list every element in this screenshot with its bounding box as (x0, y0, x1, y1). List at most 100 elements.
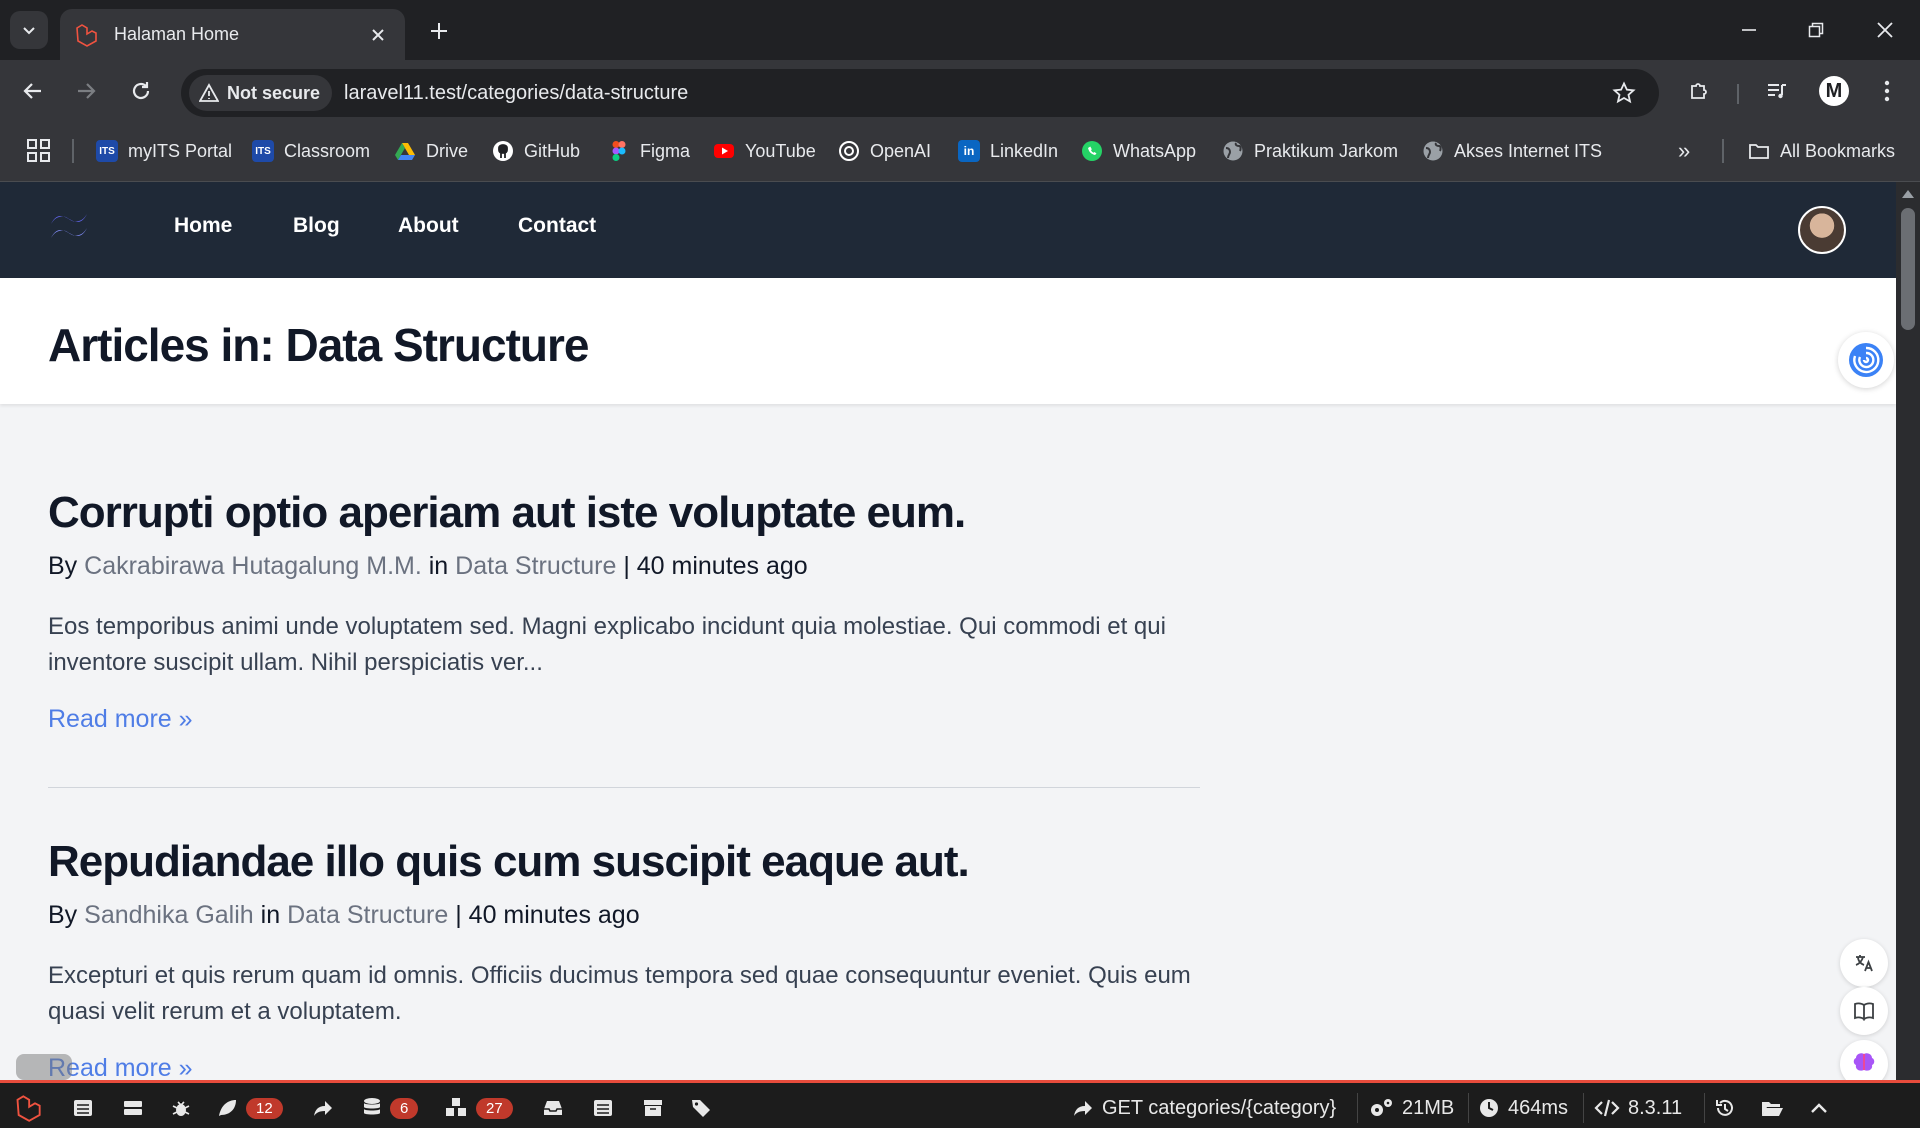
page-scrollbar[interactable] (1896, 182, 1920, 1080)
meta-in: in (260, 901, 281, 929)
nav-link-about[interactable]: About (398, 214, 459, 238)
scroll-up-arrow-icon[interactable] (1902, 190, 1914, 198)
site-navbar: Home Blog About Contact (0, 182, 1896, 278)
bookmark-label: Akses Internet ITS (1454, 140, 1603, 161)
reading-mode-button[interactable] (1840, 987, 1888, 1035)
bookmark-star-button[interactable] (1607, 76, 1641, 110)
debugbar-minimize-button[interactable] (1808, 1091, 1830, 1125)
bookmark-praktikum-jarkom[interactable]: Praktikum Jarkom (1222, 134, 1398, 168)
bookmarks-overflow-button[interactable]: » (1678, 134, 1690, 168)
browser-menu-button[interactable] (1870, 74, 1904, 108)
debugbar-php-version[interactable]: 8.3.11 (1594, 1091, 1682, 1125)
active-tab[interactable]: Halaman Home (60, 9, 405, 60)
bookmark-classroom[interactable]: ITS Classroom (252, 134, 370, 168)
restore-icon (1808, 22, 1824, 38)
user-avatar[interactable] (1798, 206, 1846, 254)
debugbar-route-tab[interactable] (312, 1091, 334, 1125)
media-control-button[interactable] (1760, 74, 1794, 108)
page-title: Articles in: Data Structure (48, 319, 589, 371)
bookmark-myits-portal[interactable]: ITS myITS Portal (96, 134, 232, 168)
debugbar-route-info[interactable]: GET categories/{category} (1072, 1091, 1336, 1125)
views-count-badge: 12 (246, 1097, 283, 1119)
folder-open-icon (1762, 1102, 1783, 1116)
address-bar[interactable]: Not secure laravel11.test/categories/dat… (181, 69, 1659, 117)
read-more-link[interactable]: Read more » (48, 705, 193, 734)
php-version-label: 8.3.11 (1628, 1096, 1683, 1119)
forward-button[interactable] (69, 74, 103, 108)
minimize-button[interactable] (1726, 10, 1772, 50)
debugbar-time[interactable]: 464ms (1478, 1091, 1568, 1125)
bookmark-youtube[interactable]: YouTube (713, 134, 816, 168)
laravel-icon (16, 1095, 41, 1122)
scroll-thumb[interactable] (1901, 208, 1915, 330)
bookmark-github[interactable]: GitHub (492, 134, 580, 168)
author-link[interactable]: Sandhika Galih (84, 901, 254, 929)
debugbar-divider (1704, 1093, 1705, 1123)
close-tab-icon[interactable] (365, 22, 391, 48)
new-tab-button[interactable] (424, 16, 454, 46)
debugbar-divider (1468, 1093, 1469, 1123)
site-info-button[interactable]: Not secure (189, 75, 333, 111)
debugbar-views-tab[interactable]: 12 (216, 1091, 283, 1125)
all-bookmarks-button[interactable]: All Bookmarks (1748, 134, 1895, 168)
apps-grid-icon[interactable] (26, 138, 52, 164)
bug-icon (172, 1101, 190, 1116)
translate-page-button[interactable] (1840, 939, 1888, 987)
route-label: GET categories/{category} (1102, 1096, 1337, 1119)
author-link[interactable]: Cakrabirawa Hutagalung M.M. (84, 552, 422, 580)
youtube-icon (714, 144, 734, 158)
back-button[interactable] (16, 74, 50, 108)
bookmark-label: Classroom (284, 140, 371, 161)
debugbar-timeline-tab[interactable] (122, 1091, 144, 1125)
debugbar-queries-tab[interactable]: 6 (362, 1091, 419, 1125)
nav-link-contact[interactable]: Contact (518, 214, 596, 238)
article-title[interactable]: Corrupti optio aperiam aut iste voluptat… (48, 488, 1200, 538)
laravel-debugbar: 12 6 27 GET categories/{category} 21MB 4… (0, 1080, 1920, 1128)
article-card: Repudiandae illo quis cum suscipit eaque… (48, 837, 1200, 1080)
close-window-button[interactable] (1862, 10, 1908, 50)
nav-link-blog[interactable]: Blog (293, 214, 340, 238)
meta-by: By (48, 552, 78, 580)
reload-button[interactable] (124, 74, 158, 108)
debugbar-memory[interactable]: 21MB (1368, 1091, 1454, 1125)
debugbar-session-tab[interactable] (642, 1091, 664, 1125)
debugbar-history-button[interactable] (1714, 1091, 1736, 1125)
database-icon (364, 1098, 380, 1115)
debugbar-laravel-logo[interactable] (14, 1091, 42, 1125)
ai-brain-button[interactable] (1840, 1040, 1888, 1080)
debugbar-mails-tab[interactable] (542, 1091, 564, 1125)
edit-overlay-badge[interactable] (16, 1054, 72, 1080)
debugbar-open-button[interactable] (1760, 1091, 1784, 1125)
category-link[interactable]: Data Structure (455, 552, 616, 580)
debugbar-models-tab[interactable]: 27 (444, 1091, 513, 1125)
nav-link-home[interactable]: Home (174, 214, 232, 238)
bookmark-whatsapp[interactable]: WhatsApp (1081, 134, 1196, 168)
linkedin-icon: in (958, 140, 980, 162)
article-title[interactable]: Repudiandae illo quis cum suscipit eaque… (48, 837, 1200, 887)
debugbar-request-tab[interactable] (592, 1091, 614, 1125)
meta-in: in (428, 552, 449, 580)
profile-avatar[interactable]: M (1819, 76, 1849, 106)
tab-search-button[interactable] (10, 11, 48, 49)
bookmark-drive[interactable]: Drive (394, 134, 468, 168)
bookmark-figma[interactable]: Figma (608, 134, 690, 168)
category-link[interactable]: Data Structure (287, 901, 448, 929)
url-text[interactable]: laravel11.test/categories/data-structure (344, 82, 1607, 105)
debugbar-gate-tab[interactable] (690, 1091, 714, 1125)
bookmark-akses-internet-its[interactable]: Akses Internet ITS (1422, 134, 1602, 168)
bookmark-openai[interactable]: OpenAI (838, 134, 931, 168)
chevron-up-icon (1811, 1103, 1827, 1113)
folder-icon (1749, 144, 1769, 159)
bookmark-linkedin[interactable]: in LinkedIn (958, 134, 1058, 168)
globe-icon (1223, 141, 1243, 161)
tags-icon (692, 1100, 710, 1117)
extensions-button[interactable] (1683, 74, 1717, 108)
tailwind-logo-icon[interactable] (46, 208, 96, 248)
restore-button[interactable] (1793, 10, 1839, 50)
ai-assistant-button[interactable] (1838, 332, 1894, 388)
article-excerpt: Eos temporibus animi unde voluptatem sed… (48, 613, 1166, 676)
star-icon (1612, 81, 1636, 104)
debugbar-messages-tab[interactable] (72, 1091, 94, 1125)
leaf-icon (219, 1100, 236, 1116)
debugbar-exceptions-tab[interactable] (170, 1091, 192, 1125)
